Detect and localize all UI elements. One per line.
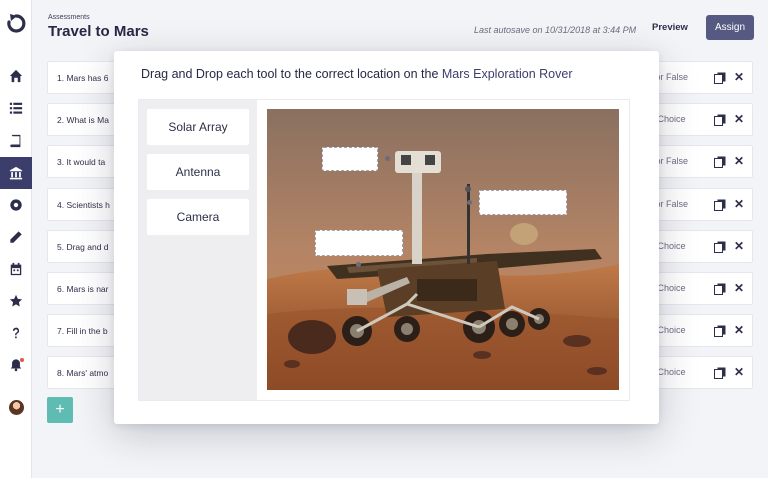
calendar-icon: [10, 262, 22, 276]
record-icon: [10, 199, 22, 211]
breadcrumb[interactable]: Assessments: [48, 14, 90, 21]
avatar[interactable]: [9, 400, 24, 415]
tool-antenna[interactable]: Antenna: [147, 154, 249, 190]
drop-pin-solar-array: [356, 262, 361, 267]
add-question-button[interactable]: +: [47, 397, 73, 423]
copy-icon[interactable]: [714, 241, 726, 253]
notification-dot: [20, 358, 24, 362]
copy-icon[interactable]: [714, 283, 726, 295]
help-icon: [12, 327, 20, 339]
autosave-status: Last autosave on 10/31/2018 at 3:44 PM: [474, 25, 637, 35]
question-text: 2. What is Ma: [57, 115, 109, 125]
question-text: 3. It would ta: [57, 157, 106, 167]
tool-camera[interactable]: Camera: [147, 199, 249, 235]
delete-icon[interactable]: ✕: [734, 282, 744, 294]
page-title: Travel to Mars: [48, 23, 149, 40]
drop-zone-antenna[interactable]: [479, 190, 567, 215]
sidebar: [0, 0, 32, 478]
nav-star[interactable]: [0, 285, 32, 317]
nav-record[interactable]: [0, 189, 32, 221]
question-text: 4. Scientists h: [57, 200, 110, 210]
modal-title-accent: Mars Exploration Rover: [441, 67, 573, 81]
nav-calendar[interactable]: [0, 253, 32, 285]
copy-icon[interactable]: [714, 325, 726, 337]
question-text: 5. Drag and d: [57, 242, 109, 252]
preview-button[interactable]: Preview: [652, 22, 688, 33]
nav-bell[interactable]: [0, 349, 32, 381]
copy-icon[interactable]: [714, 156, 726, 168]
rover-image: [267, 109, 619, 390]
nav-pencil[interactable]: [0, 221, 32, 253]
tool-solar-array[interactable]: Solar Array: [147, 109, 249, 145]
nav-bank[interactable]: [0, 157, 32, 189]
modal-title: Drag and Drop each tool to the correct l…: [141, 67, 572, 81]
delete-icon[interactable]: ✕: [734, 324, 744, 336]
bank-icon: [9, 166, 23, 180]
question-text: 6. Mars is nar: [57, 284, 109, 294]
list-icon: [9, 102, 23, 114]
delete-icon[interactable]: ✕: [734, 113, 744, 125]
delete-icon[interactable]: ✕: [734, 366, 744, 378]
pencil-icon: [10, 231, 22, 243]
assign-button[interactable]: Assign: [706, 15, 754, 40]
drag-drop-stage: Solar Array Antenna Camera: [138, 99, 630, 401]
copy-icon[interactable]: [714, 199, 726, 211]
nav-help[interactable]: [0, 317, 32, 349]
delete-icon[interactable]: ✕: [734, 198, 744, 210]
delete-icon[interactable]: ✕: [734, 71, 744, 83]
question-text: 1. Mars has 6: [57, 73, 109, 83]
tool-tray: Solar Array Antenna Camera: [139, 100, 257, 400]
book-icon: [10, 134, 21, 148]
nav-list[interactable]: [0, 92, 32, 124]
question-text: 8. Mars' atmo: [57, 368, 109, 378]
delete-icon[interactable]: ✕: [734, 240, 744, 252]
delete-icon[interactable]: ✕: [734, 155, 744, 167]
copy-icon[interactable]: [714, 114, 726, 126]
question-text: 7. Fill in the b: [57, 326, 108, 336]
drop-zone-solar-array[interactable]: [315, 230, 403, 256]
copy-icon[interactable]: [714, 72, 726, 84]
nav-book[interactable]: [0, 125, 32, 157]
modal-title-main: Drag and Drop each tool to the correct l…: [141, 67, 442, 81]
drop-zone-camera[interactable]: [322, 147, 378, 171]
star-icon: [9, 294, 23, 307]
logo-icon[interactable]: [6, 12, 26, 34]
drop-pin-camera: [385, 156, 390, 161]
nav-home[interactable]: [0, 60, 32, 92]
drop-pin-antenna: [467, 200, 472, 205]
home-icon: [9, 69, 23, 83]
drag-drop-modal: Drag and Drop each tool to the correct l…: [114, 51, 659, 424]
copy-icon[interactable]: [714, 367, 726, 379]
